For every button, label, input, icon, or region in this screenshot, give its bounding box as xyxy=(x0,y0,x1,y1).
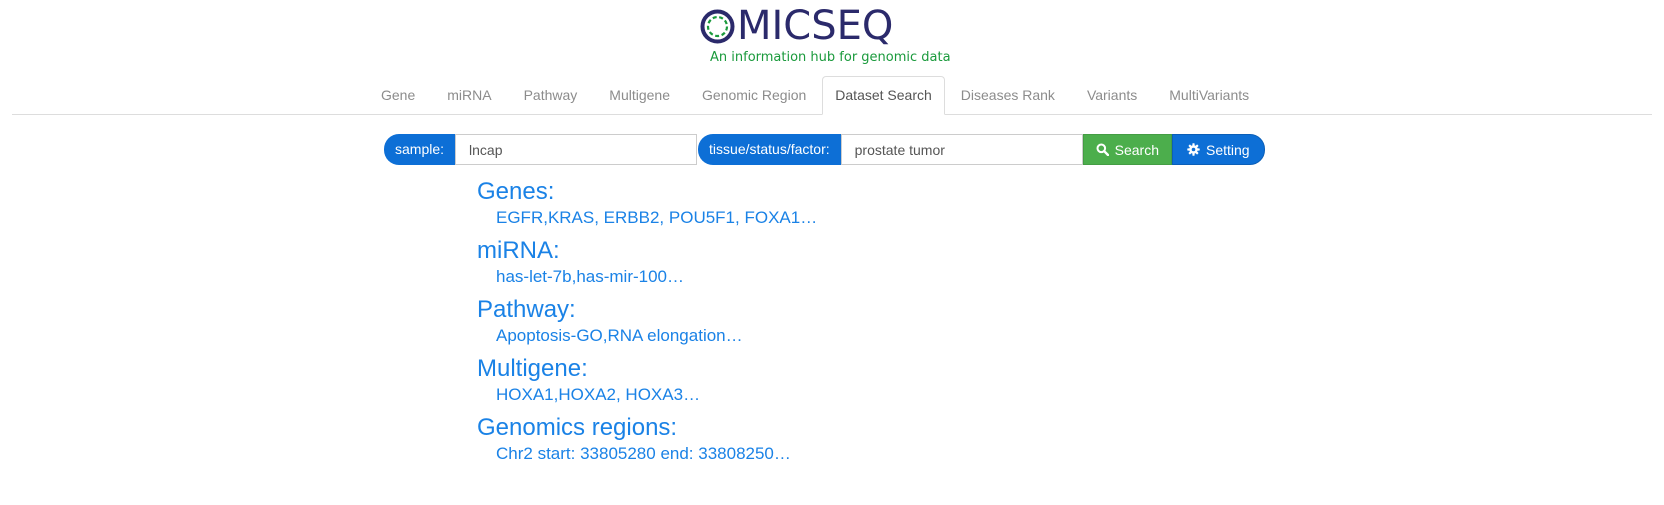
dataset-search-bar: sample: tissue/status/factor: Search xyxy=(384,134,1265,165)
tab-multivariants[interactable]: MultiVariants xyxy=(1153,76,1265,114)
nav-tabs: Gene miRNA Pathway Multigene Genomic Region D… xyxy=(12,76,1652,115)
example-value-link[interactable]: has-let-7b,has-mir-100… xyxy=(496,265,817,289)
example-value-link[interactable]: Chr2 start: 33805280 end: 33808250… xyxy=(496,442,817,466)
example-heading[interactable]: miRNA: xyxy=(477,237,817,265)
example-block: miRNA: has-let-7b,has-mir-100… xyxy=(477,237,817,289)
tab-gene[interactable]: Gene xyxy=(365,76,431,114)
tab-multigene[interactable]: Multigene xyxy=(593,76,686,114)
example-block: Multigene: HOXA1,HOXA2, HOXA3… xyxy=(477,355,817,407)
tab-variants[interactable]: Variants xyxy=(1071,76,1153,114)
tab-dataset-search[interactable]: Dataset Search xyxy=(822,76,945,115)
example-list: Genes: EGFR,KRAS, ERBB2, POU5F1, FOXA1… mi… xyxy=(477,178,817,473)
example-value-link[interactable]: Apoptosis-GO,RNA elongation… xyxy=(496,324,817,348)
tab-pathway[interactable]: Pathway xyxy=(508,76,594,114)
setting-button[interactable]: Setting xyxy=(1172,134,1265,165)
logo-ring-icon xyxy=(700,9,735,44)
example-heading[interactable]: Genes: xyxy=(477,178,817,206)
tissue-input[interactable] xyxy=(840,134,1083,165)
example-value-link[interactable]: HOXA1,HOXA2, HOXA3… xyxy=(496,383,817,407)
example-heading[interactable]: Genomics regions: xyxy=(477,414,817,442)
sample-label: sample: xyxy=(384,134,456,165)
example-block: Pathway: Apoptosis-GO,RNA elongation… xyxy=(477,296,817,348)
omicseq-logo[interactable]: MICSEQ An information hub for genomic da… xyxy=(700,2,951,68)
example-block: Genomics regions: Chr2 start: 33805280 en… xyxy=(477,414,817,466)
page: MICSEQ An information hub for genomic da… xyxy=(0,0,1664,505)
example-heading[interactable]: Multigene: xyxy=(477,355,817,383)
search-button-label: Search xyxy=(1114,141,1159,158)
search-icon xyxy=(1096,143,1109,156)
tab-genomic-region[interactable]: Genomic Region xyxy=(686,76,822,114)
example-heading[interactable]: Pathway: xyxy=(477,296,817,324)
tab-list: Gene miRNA Pathway Multigene Genomic Region D… xyxy=(365,76,1265,115)
example-block: Genes: EGFR,KRAS, ERBB2, POU5F1, FOXA1… xyxy=(477,178,817,230)
tissue-label: tissue/status/factor: xyxy=(698,134,841,165)
tab-mirna[interactable]: miRNA xyxy=(431,76,507,114)
search-button[interactable]: Search xyxy=(1082,134,1172,165)
gear-icon xyxy=(1187,143,1200,156)
setting-button-label: Setting xyxy=(1206,141,1250,158)
logo-wordmark: MICSEQ xyxy=(700,2,893,50)
logo-name: MICSEQ xyxy=(737,3,894,49)
logo-tagline: An information hub for genomic data xyxy=(710,50,951,65)
example-value-link[interactable]: EGFR,KRAS, ERBB2, POU5F1, FOXA1… xyxy=(496,206,817,230)
tab-diseases-rank[interactable]: Diseases Rank xyxy=(945,76,1071,114)
sample-input[interactable] xyxy=(455,134,698,165)
